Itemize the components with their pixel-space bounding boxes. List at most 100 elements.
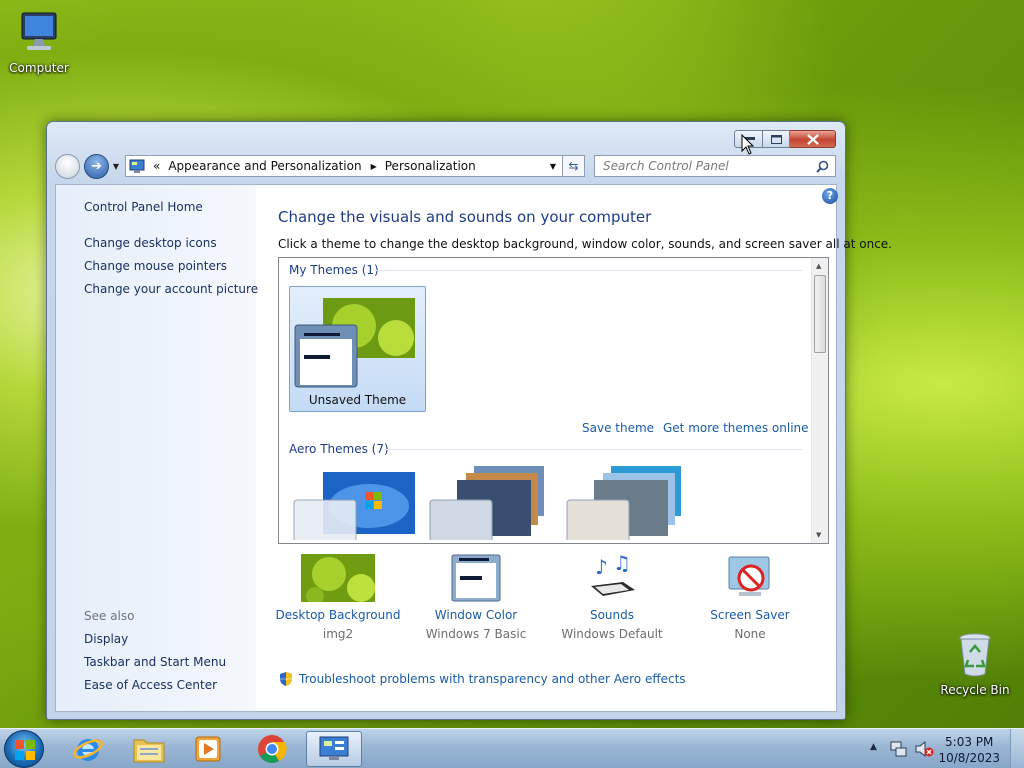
theme-tile-windows7[interactable] xyxy=(293,470,417,540)
chrome-icon xyxy=(258,735,287,763)
clock-date: 10/8/2023 xyxy=(938,751,1000,765)
desktop-background-icon xyxy=(301,554,375,605)
volume-muted-icon[interactable] xyxy=(914,740,934,758)
refresh-button[interactable]: ⇆ xyxy=(563,155,585,177)
see-also-header: See also xyxy=(84,609,135,623)
page-title: Change the visuals and sounds on your co… xyxy=(278,208,652,226)
group-header-aero-themes: Aero Themes (7) xyxy=(289,442,389,456)
desktop-icon-computer[interactable]: Computer xyxy=(1,10,77,75)
setting-value: None xyxy=(734,627,766,641)
scroll-thumb[interactable] xyxy=(814,275,826,353)
control-panel-home-link[interactable]: Control Panel Home xyxy=(84,200,203,214)
main-pane: ? Change the visuals and sounds on your … xyxy=(256,185,892,711)
scroll-down-icon[interactable]: ▼ xyxy=(816,531,821,539)
recent-pages-dropdown[interactable]: ▼ xyxy=(111,161,121,171)
address-dropdown-icon[interactable]: ▼ xyxy=(544,162,562,171)
maximize-icon xyxy=(770,134,782,144)
group-divider xyxy=(375,270,802,271)
troubleshoot-link[interactable]: Troubleshoot problems with transparency … xyxy=(299,672,686,686)
search-placeholder: Search Control Panel xyxy=(603,159,729,173)
ease-of-access-link[interactable]: Ease of Access Center xyxy=(84,678,217,692)
window-color-icon xyxy=(451,554,501,602)
chevron-down-icon: ▼ xyxy=(112,161,120,171)
svg-text:♫: ♫ xyxy=(613,554,631,575)
close-icon xyxy=(806,133,819,145)
taskbar-start-menu-link[interactable]: Taskbar and Start Menu xyxy=(84,655,226,669)
scroll-up-icon[interactable]: ▲ xyxy=(816,262,821,270)
control-panel-icon xyxy=(319,736,349,760)
control-panel-icon xyxy=(129,159,145,173)
breadcrumb-appearance[interactable]: Appearance and Personalization xyxy=(168,159,361,173)
forward-arrow-icon: ➔ xyxy=(91,158,102,174)
navigation-bar: ➔ ▼ « Appearance and Personalization ▶ P… xyxy=(55,153,837,179)
setting-label[interactable]: Desktop Background xyxy=(268,608,408,622)
back-button[interactable] xyxy=(55,153,80,179)
taskbar-media-player[interactable] xyxy=(180,731,236,767)
taskbar-internet-explorer[interactable] xyxy=(60,731,116,767)
help-icon[interactable]: ? xyxy=(822,188,838,204)
setting-value: Windows 7 Basic xyxy=(425,627,527,641)
start-button[interactable] xyxy=(4,730,44,768)
maximize-button[interactable] xyxy=(763,130,790,148)
change-mouse-pointers-link[interactable]: Change mouse pointers xyxy=(84,259,227,273)
taskbar-control-panel[interactable] xyxy=(306,731,362,767)
computer-icon xyxy=(1,10,77,59)
left-pane: Control Panel Home Change desktop icons … xyxy=(56,185,258,711)
display-link[interactable]: Display xyxy=(84,632,128,646)
show-desktop-button[interactable] xyxy=(1010,729,1024,768)
troubleshoot-row: Troubleshoot problems with transparency … xyxy=(278,671,686,687)
shield-icon xyxy=(280,672,292,686)
window-color-setting[interactable]: Window Color Windows 7 Basic xyxy=(406,554,546,641)
setting-label[interactable]: Sounds xyxy=(542,608,682,622)
taskbar-file-explorer[interactable] xyxy=(121,731,177,767)
theme-tile-unsaved[interactable]: Unsaved Theme xyxy=(289,286,426,412)
media-player-icon xyxy=(195,736,221,762)
network-icon[interactable] xyxy=(890,740,908,758)
theme-tile-landscapes[interactable] xyxy=(566,464,690,540)
clock-time: 5:03 PM xyxy=(945,735,994,749)
get-more-themes-link[interactable]: Get more themes online xyxy=(663,421,809,435)
window-content: Control Panel Home Change desktop icons … xyxy=(55,184,892,712)
breadcrumb-personalization[interactable]: Personalization xyxy=(385,159,476,173)
taskbar-chrome[interactable] xyxy=(244,731,300,767)
search-icon[interactable] xyxy=(816,160,829,173)
sounds-setting[interactable]: ♪ ♫ Sounds Windows Default xyxy=(542,551,682,641)
save-theme-link[interactable]: Save theme xyxy=(582,421,654,435)
taskbar: ▲ 5:03 PM 10/8/2023 xyxy=(0,728,1024,768)
svg-text:♪: ♪ xyxy=(595,555,608,579)
screen-saver-icon xyxy=(728,556,770,596)
theme-list: My Themes (1) Unsaved Theme Save theme G… xyxy=(278,257,829,544)
change-desktop-icons-link[interactable]: Change desktop icons xyxy=(84,236,217,250)
forward-button[interactable]: ➔ xyxy=(84,153,109,179)
group-header-my-themes: My Themes (1) xyxy=(289,263,379,277)
theme-list-scrollbar[interactable]: ▲ ▼ xyxy=(811,258,828,543)
system-clock[interactable]: 5:03 PM 10/8/2023 xyxy=(938,734,1000,766)
address-bar[interactable]: « Appearance and Personalization ▶ Perso… xyxy=(125,155,563,177)
desktop-background-setting[interactable]: Desktop Background img2 xyxy=(268,554,408,641)
close-button[interactable] xyxy=(790,130,836,148)
breadcrumb-arrow-icon[interactable]: ▶ xyxy=(371,162,377,171)
breadcrumb-overflow[interactable]: « xyxy=(153,159,160,173)
windows-logo-icon xyxy=(15,740,35,760)
setting-label[interactable]: Window Color xyxy=(406,608,546,622)
setting-value: img2 xyxy=(322,627,354,641)
desktop-icon-recycle-bin[interactable]: Recycle Bin xyxy=(937,630,1013,697)
theme-preview-unsaved xyxy=(294,298,415,388)
refresh-icon: ⇆ xyxy=(568,159,579,173)
sounds-icon: ♪ ♫ xyxy=(591,551,635,596)
internet-explorer-icon xyxy=(72,739,104,761)
page-description: Click a theme to change the desktop back… xyxy=(278,237,892,251)
setting-value: Windows Default xyxy=(561,627,663,641)
desktop-icon-label: Recycle Bin xyxy=(940,683,1010,697)
desktop-icon-label: Computer xyxy=(9,61,69,75)
theme-label: Unsaved Theme xyxy=(308,393,407,407)
recycle-bin-icon xyxy=(937,630,1013,681)
show-hidden-icons-icon[interactable]: ▲ xyxy=(870,742,877,752)
change-account-picture-link[interactable]: Change your account picture xyxy=(84,282,258,296)
screen-saver-setting[interactable]: Screen Saver None xyxy=(680,554,820,641)
folder-icon xyxy=(133,739,165,763)
search-input[interactable]: Search Control Panel xyxy=(594,155,836,177)
setting-label[interactable]: Screen Saver xyxy=(680,608,820,622)
theme-tile-architecture[interactable] xyxy=(429,464,553,540)
group-divider xyxy=(385,449,802,450)
